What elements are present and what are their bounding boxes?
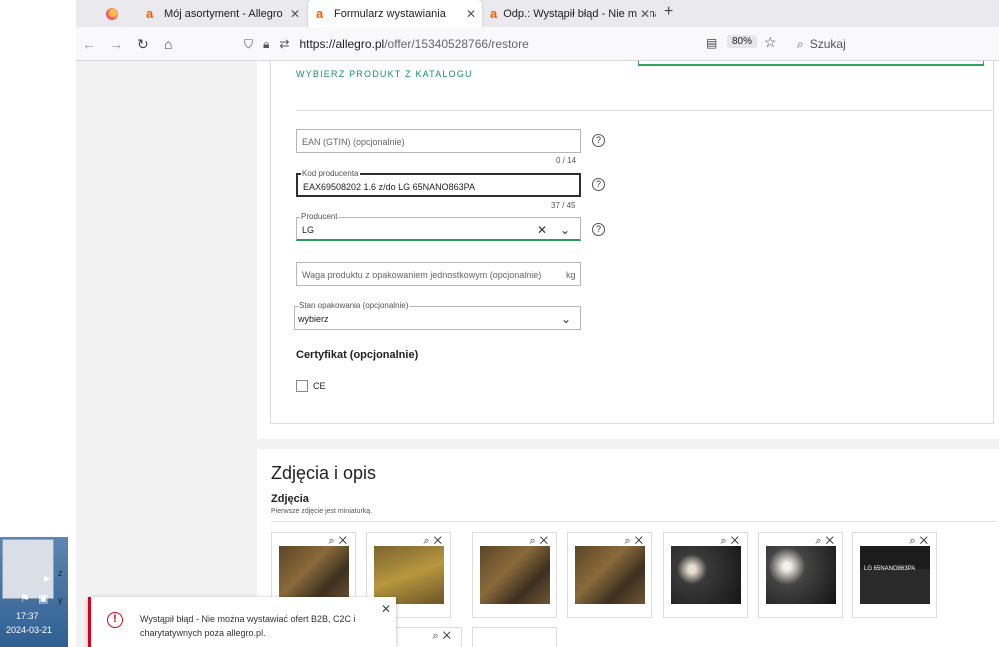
tab-odp-wystapil-blad[interactable]: a Odp.: Wystąpił błąd - Nie można ✕ [482,0,656,27]
forward-arrow-icon[interactable]: → [109,36,123,52]
expand-arrow-icon[interactable]: ▶ [44,574,50,583]
photo-image [766,546,836,604]
tab-bar: a Mój asortyment - Allegro ✕ a Formularz… [76,0,999,27]
photos-heading: Zdjęcia [271,493,309,505]
allegro-favicon-icon: a [490,5,498,21]
field-value: LG [302,225,315,235]
chevron-down-icon[interactable]: ⌄ [560,223,570,237]
clipped-text: z [58,568,63,578]
search-placeholder: Szukaj [809,37,846,51]
photo-thumbnail[interactable]: ⌕✕ [472,532,557,618]
new-tab-plus-icon[interactable]: + [664,3,673,21]
close-icon[interactable]: ✕ [466,7,476,21]
label-text: LG 65NANO863PA [864,566,916,572]
close-icon[interactable]: ✕ [636,7,650,21]
back-arrow-icon[interactable]: ← [82,36,96,52]
ce-label[interactable]: CE [313,381,326,391]
field-value: wybierz [298,314,329,324]
photo-thumbnail[interactable]: ⌕✕ [758,532,843,618]
divider [271,521,997,522]
ce-checkbox[interactable] [296,380,308,392]
network-icon[interactable]: ▣ [38,592,48,605]
weight-unit: kg [566,270,576,280]
allegro-favicon-icon: a [146,5,154,21]
choose-from-catalog-link[interactable]: WYBIERZ PRODUKT Z KATALOGU [296,69,473,79]
close-icon[interactable]: ✕ [290,7,300,21]
clear-icon[interactable]: ✕ [537,223,547,237]
divider [296,110,994,111]
page-content: WYBIERZ PRODUKT Z KATALOGU EAN (GTIN) (o… [76,61,999,647]
clock-date: 2024-03-21 [6,625,53,635]
help-icon[interactable]: ? [592,178,605,191]
photo-image [279,546,349,604]
photo-image [671,546,741,604]
field-label: Kod producenta [301,169,360,178]
photo-thumbnail[interactable]: ⌕✕ [663,532,748,618]
allegro-favicon-icon: a [316,5,324,21]
close-icon[interactable]: ✕ [381,602,391,616]
tab-title: Formularz wystawiania [334,7,446,20]
reader-view-icon[interactable]: ▤ [706,36,717,50]
manufacturer-code-counter: 37 / 45 [551,201,576,210]
firefox-icon [106,7,118,20]
clock-time: 17:37 [16,611,39,621]
shield-icon[interactable]: ⛉ [244,37,253,52]
photo-thumbnail[interactable]: ⌕✕ LG 65NANO863PA [852,532,937,618]
taskbar: ▶ z y ⚑ ▣ 17:37 2024-03-21 [0,537,68,647]
search-icon: ⌕ [797,36,804,51]
ean-counter: 0 / 14 [556,156,577,165]
help-icon[interactable]: ? [592,223,605,236]
ean-input[interactable]: EAN (GTIN) (opcjonalnie) [296,129,581,153]
permissions-icon[interactable]: ⇄ [279,37,289,51]
chevron-down-icon[interactable]: ⌄ [561,312,571,326]
url-path: /offer/15340528766/restore [384,37,529,51]
ean-placeholder: EAN (GTIN) (opcjonalnie) [302,137,405,147]
taskbar-window-thumbnail[interactable] [2,539,54,599]
photo-thumbnail[interactable]: ⌕✕ [567,532,652,618]
flag-icon[interactable]: ⚑ [20,592,30,605]
field-value: EAX69508202 1.6 z/do LG 65NANO863PA [303,182,475,192]
manufacturer-code-input[interactable]: Kod producenta EAX69508202 1.6 z/do LG 6… [296,169,581,197]
reload-icon[interactable]: ↻ [137,36,149,53]
help-icon[interactable]: ? [592,134,605,147]
section-title: Zdjęcia i opis [271,463,377,483]
tab-firefox-view[interactable] [106,0,142,27]
lock-icon[interactable]: 🔒︎ [263,37,269,52]
error-message: Wystąpił błąd - Nie można wystawiać ofer… [140,614,356,638]
add-photo-slot[interactable] [472,627,557,647]
photos-hint: Pierwsze zdjęcie jest miniaturką. [271,508,373,515]
certificate-heading: Certyfikat (opcjonalnie) [296,349,419,361]
home-icon[interactable]: ⌂ [164,36,172,52]
address-bar[interactable]: ⛉ 🔒︎ ⇄ https://allegro.pl/offer/15340528… [244,31,782,57]
search-box[interactable]: ⌕ Szukaj [791,31,999,57]
field-label: Stan opakowania (opcjonalnie) [298,301,410,310]
tab-title: Odp.: Wystąpił błąd - Nie można [503,7,656,20]
packaging-state-select[interactable]: Stan opakowania (opcjonalnie) wybierz ⌄ [294,301,581,330]
photo-image: LG 65NANO863PA [860,546,930,604]
navigation-toolbar: ← → ↻ ⌂ ⛉ 🔒︎ ⇄ https://allegro.pl/offer/… [76,27,999,61]
url-host: https://allegro.pl [299,37,385,51]
photo-image [575,546,645,604]
weight-placeholder: Waga produktu z opakowaniem jednostkowym… [302,270,542,280]
tab-title: Mój asortyment - Allegro [164,7,283,20]
tab-formularz-wystawiania[interactable]: a Formularz wystawiania ✕ [308,0,482,27]
product-params-panel [270,61,994,424]
zoom-level[interactable]: 80% [727,35,758,48]
bookmark-star-icon[interactable]: ☆ [764,34,777,51]
manufacturer-select[interactable]: Producent LG ✕ ⌄ [296,212,581,241]
photo-image [480,546,550,604]
field-label: Producent [300,212,339,221]
zoom-and-delete-icons[interactable]: ⌕✕ [432,630,455,643]
weight-input[interactable]: Waga produktu z opakowaniem jednostkowym… [296,262,581,286]
photo-image [374,546,444,604]
clipped-text: y [58,595,63,605]
error-icon: ! [107,612,123,628]
tab-moj-asortyment[interactable]: a Mój asortyment - Allegro ✕ [142,0,306,27]
error-toast: ! Wystąpił błąd - Nie można wystawiać of… [88,597,396,647]
selected-category-box [638,61,984,66]
